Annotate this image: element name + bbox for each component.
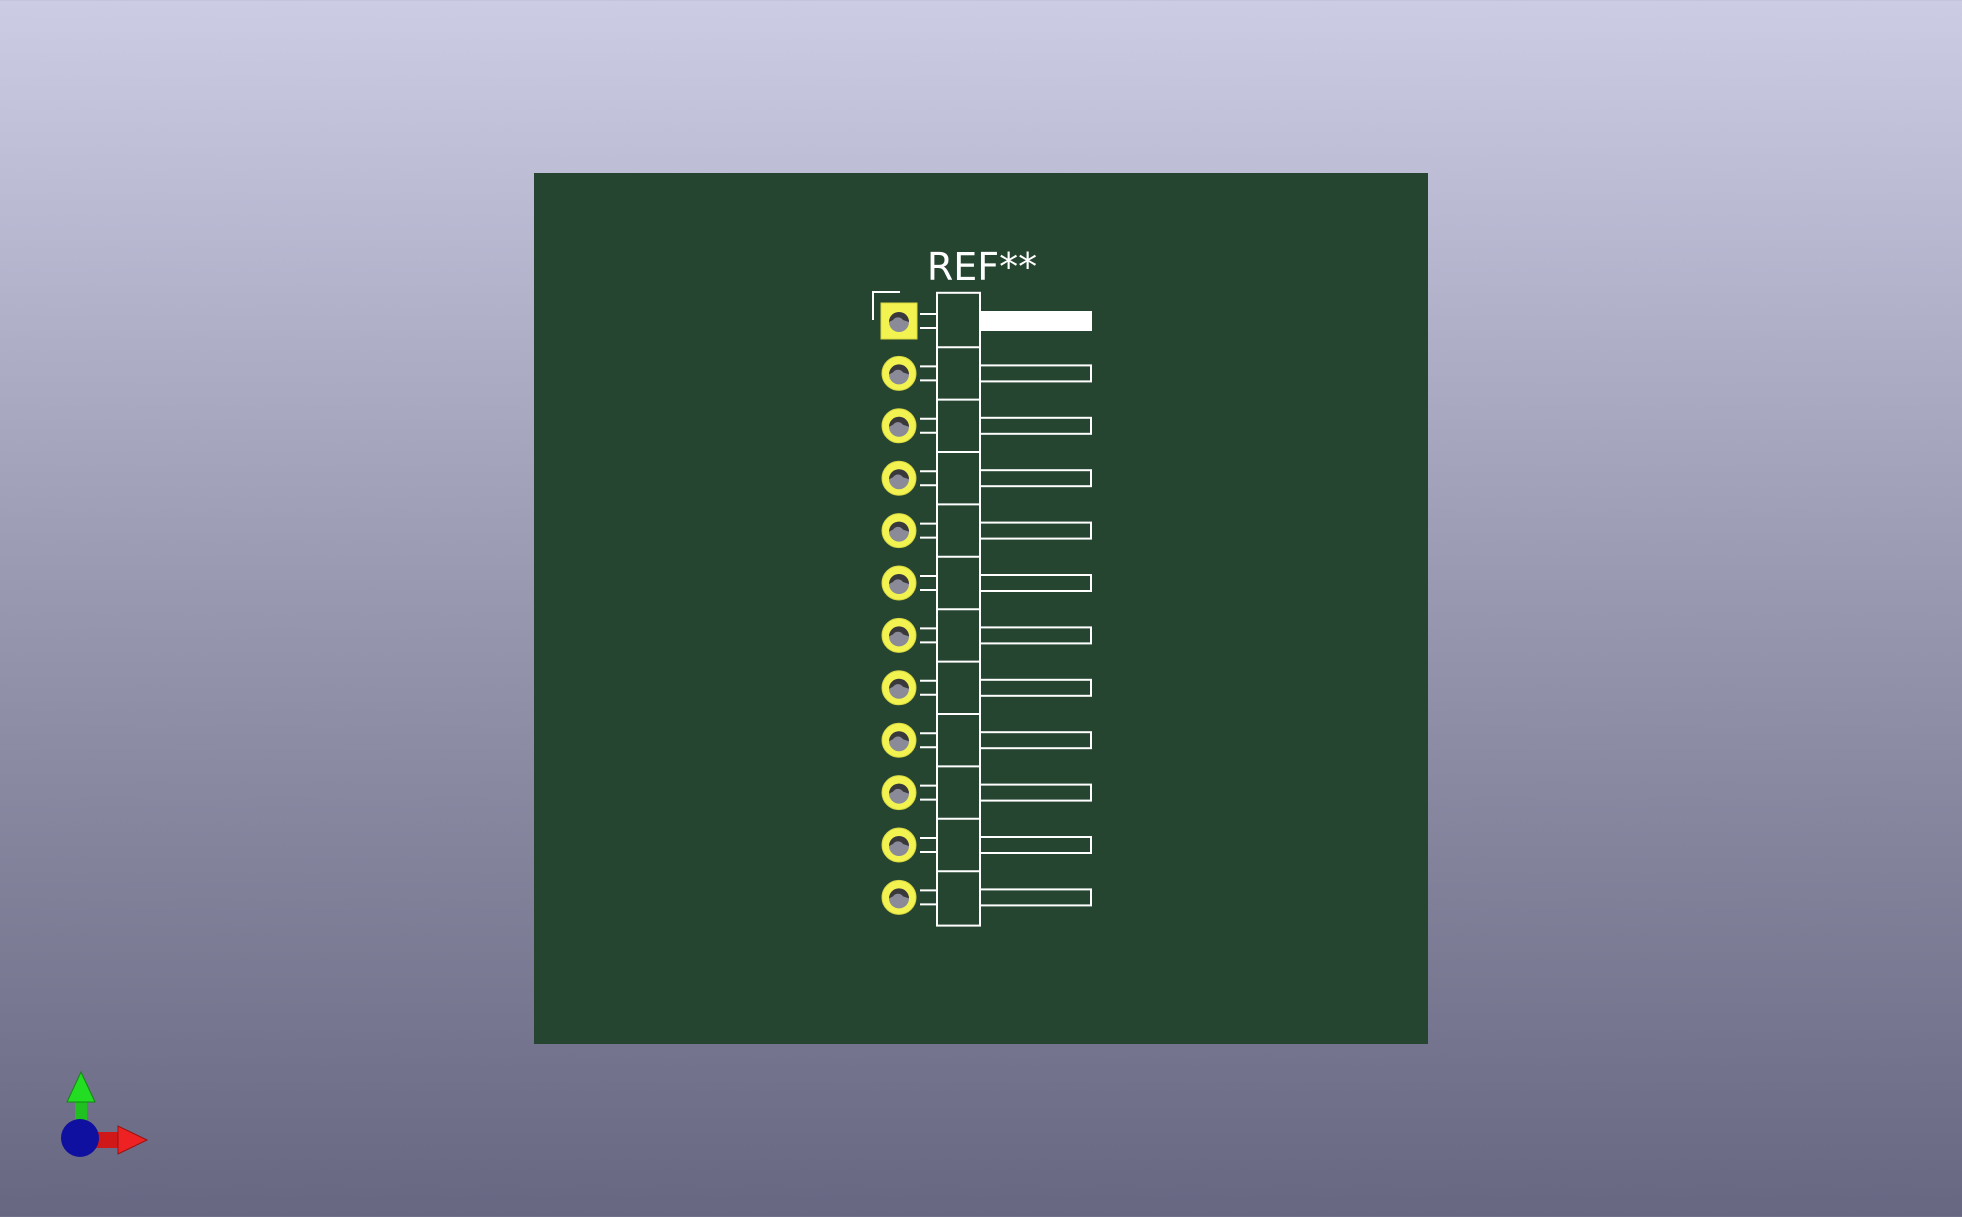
z-axis-origin-icon [61, 1119, 99, 1157]
axis-indicator [61, 1070, 149, 1157]
reference-designator-label: REF** [927, 245, 1037, 289]
pcb-scene: REF** [534, 173, 1428, 1044]
3d-viewport[interactable]: REF** [0, 0, 1962, 1217]
pin-1-outline [979, 311, 1092, 331]
